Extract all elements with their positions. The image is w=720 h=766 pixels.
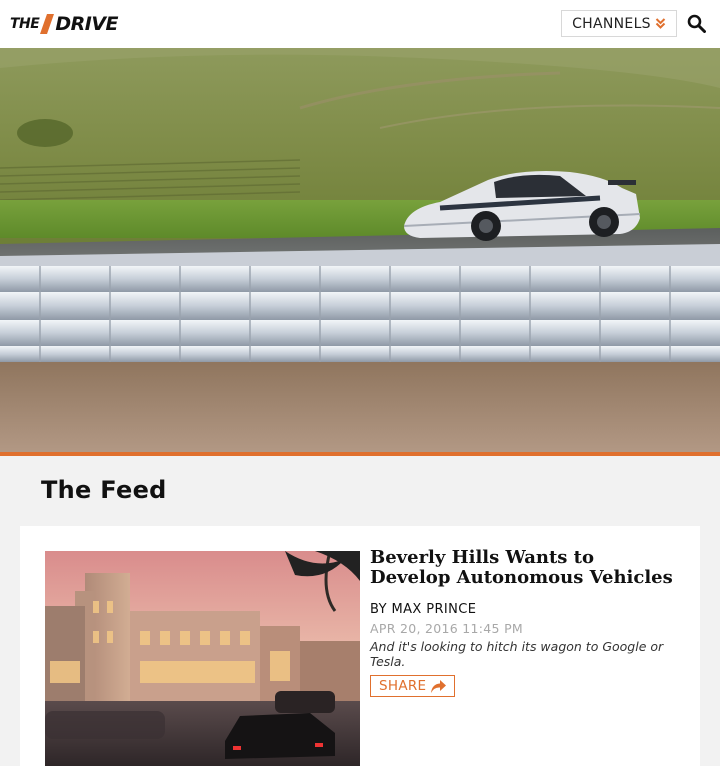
hero-photo	[0, 48, 720, 452]
article-thumbnail[interactable]	[45, 551, 360, 766]
article-date: APR 20, 2016 11:45 PM	[370, 621, 524, 636]
article-card[interactable]: Beverly Hills Wants to Develop Autonomou…	[20, 526, 700, 766]
share-button[interactable]: SHARE	[370, 675, 456, 697]
hero-accent-bar	[0, 452, 720, 456]
feed-title: The Feed	[41, 476, 167, 504]
chevron-double-down-icon	[655, 18, 666, 29]
logo-word: DRIVE	[55, 13, 118, 35]
article-body: Beverly Hills Wants to Develop Autonomou…	[370, 548, 680, 697]
share-label: SHARE	[379, 678, 427, 694]
share-arrow-icon	[431, 679, 447, 693]
article-photo	[45, 551, 360, 766]
site-header: THE DRIVE CHANNELS	[0, 0, 720, 48]
logo-slash-icon	[40, 14, 55, 34]
article-byline[interactable]: BY MAX PRINCE	[370, 602, 680, 617]
article-dek: And it's looking to hitch its wagon to G…	[370, 639, 664, 669]
site-logo[interactable]: THE DRIVE	[10, 13, 118, 35]
hero-image[interactable]	[0, 48, 720, 452]
channels-button[interactable]: CHANNELS	[561, 10, 677, 37]
search-icon[interactable]	[687, 14, 706, 33]
logo-prefix: THE	[10, 16, 40, 32]
article-headline[interactable]: Beverly Hills Wants to Develop Autonomou…	[370, 548, 680, 588]
channels-label: CHANNELS	[572, 15, 651, 32]
